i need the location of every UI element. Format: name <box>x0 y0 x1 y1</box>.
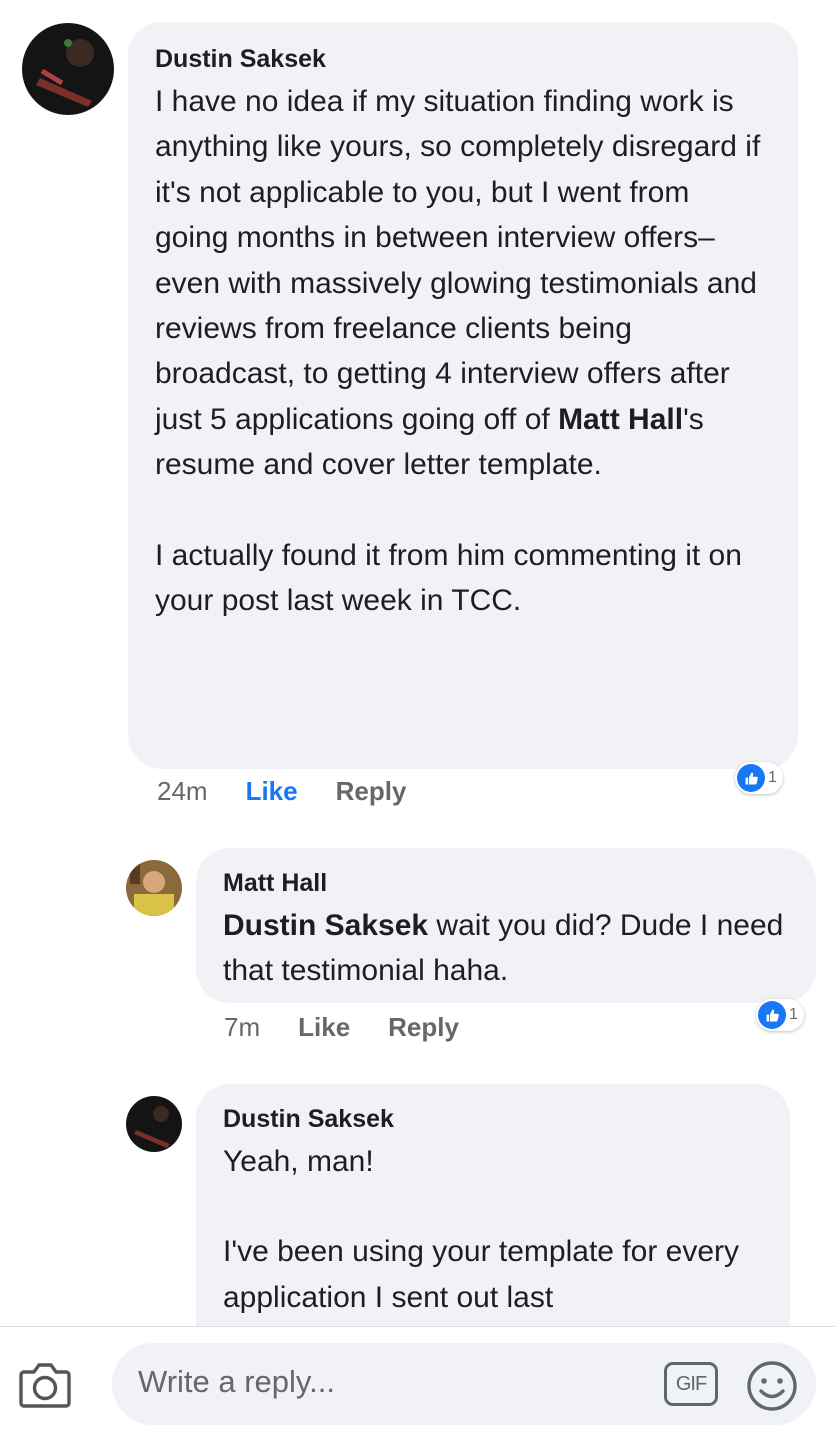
comment-time: 24m <box>157 776 208 806</box>
reaction-count[interactable]: 1 <box>756 999 804 1031</box>
avatar[interactable] <box>126 860 182 916</box>
camera-icon[interactable] <box>18 1360 72 1410</box>
comment-text: I have no idea if my situation finding w… <box>155 85 761 618</box>
mention-dustin-saksek[interactable]: Dustin Saksek <box>223 909 428 942</box>
emoji-icon[interactable] <box>745 1359 799 1413</box>
comment-text: Dustin Saksek wait you did? Dude I need … <box>223 909 784 988</box>
comment-bubble: Dustin Saksek I have no idea if my situa… <box>128 22 798 769</box>
comment-author[interactable]: Matt Hall <box>223 868 791 898</box>
avatar[interactable] <box>126 1096 182 1152</box>
comment-text: Yeah, man! I've been using your template… <box>223 1145 740 1314</box>
thumbs-up-icon <box>758 1001 786 1029</box>
comment-actions: 24m Like Reply <box>157 776 406 807</box>
thumbs-up-icon <box>737 764 765 792</box>
like-button[interactable]: Like <box>298 1012 350 1043</box>
reply-button[interactable]: Reply <box>336 776 407 807</box>
comment-actions: 7m Like Reply <box>224 1012 459 1043</box>
gif-label: GIF <box>675 1372 707 1395</box>
reaction-count[interactable]: 1 <box>735 762 783 794</box>
comment-time: 7m <box>224 1012 261 1042</box>
reply-bubble: Matt Hall Dustin Saksek wait you did? Du… <box>196 848 816 1003</box>
reply-placeholder: Write a reply... <box>138 1364 335 1399</box>
comment-author[interactable]: Dustin Saksek <box>223 1104 765 1134</box>
mention-matt-hall[interactable]: Matt Hall <box>558 403 683 436</box>
like-button[interactable]: Like <box>246 776 298 807</box>
comment-author[interactable]: Dustin Saksek <box>155 44 770 74</box>
avatar[interactable] <box>22 23 114 115</box>
reply-button[interactable]: Reply <box>388 1012 459 1043</box>
gif-button[interactable]: GIF <box>664 1362 718 1406</box>
